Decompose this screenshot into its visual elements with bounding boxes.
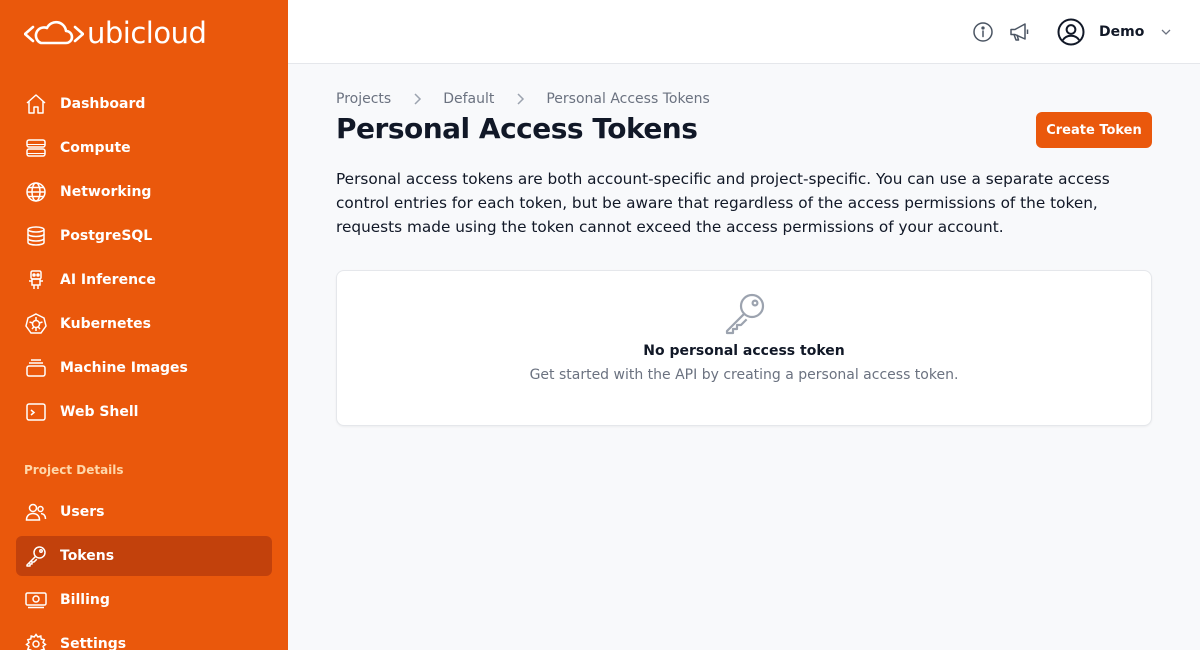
chevron-right-icon (510, 89, 530, 109)
sidebar-item-machine-images[interactable]: Machine Images (16, 348, 272, 388)
sidebar: ubicloud Dashboard Compute Networking Po… (0, 0, 288, 650)
sidebar-item-label: PostgreSQL (60, 228, 153, 244)
sidebar-item-web-shell[interactable]: Web Shell (16, 392, 272, 432)
stack-icon (26, 359, 46, 377)
sidebar-item-dashboard[interactable]: Dashboard (16, 84, 272, 124)
key-icon (26, 546, 46, 567)
home-icon (26, 94, 46, 114)
chevron-right-icon (407, 89, 427, 109)
globe-icon (26, 182, 46, 202)
sidebar-item-label: Billing (60, 592, 110, 608)
key-icon (721, 289, 769, 337)
banknote-icon (25, 592, 47, 609)
breadcrumb: Projects Default Personal Access Tokens (336, 89, 710, 109)
breadcrumb-projects[interactable]: Projects (336, 91, 391, 107)
server-icon (26, 139, 46, 157)
kubernetes-icon (25, 313, 47, 334)
brand-logo[interactable]: ubicloud (24, 16, 207, 50)
user-circle-icon (1057, 18, 1085, 46)
top-bar: Demo (288, 0, 1200, 64)
announcements-button[interactable] (1007, 20, 1031, 44)
sidebar-item-label: Dashboard (60, 96, 146, 112)
user-menu[interactable]: Demo (1056, 16, 1174, 48)
sidebar-item-label: Machine Images (60, 360, 188, 376)
sidebar-item-tokens[interactable]: Tokens (16, 536, 272, 576)
users-icon (25, 503, 47, 521)
empty-state-card: No personal access token Get started wit… (336, 270, 1152, 426)
sidebar-section-label: Project Details (24, 463, 124, 477)
sidebar-item-label: Networking (60, 184, 152, 200)
sidebar-item-label: Web Shell (60, 404, 139, 420)
sidebar-item-label: Tokens (60, 548, 115, 564)
sidebar-item-postgresql[interactable]: PostgreSQL (16, 216, 272, 256)
info-icon (973, 22, 993, 42)
create-token-button[interactable]: Create Token (1036, 112, 1152, 148)
gear-icon (25, 633, 47, 650)
sidebar-item-label: AI Inference (60, 272, 156, 288)
page-description: Personal access tokens are both account-… (336, 170, 1110, 236)
empty-state-subtitle: Get started with the API by creating a p… (529, 367, 959, 383)
terminal-icon (26, 403, 46, 421)
chevron-down-icon (1144, 24, 1174, 40)
info-button[interactable] (971, 20, 995, 44)
sidebar-item-billing[interactable]: Billing (16, 580, 272, 620)
page-title: Personal Access Tokens (336, 112, 698, 145)
sidebar-item-label: Compute (60, 140, 131, 156)
sidebar-item-networking[interactable]: Networking (16, 172, 272, 212)
breadcrumb-current[interactable]: Personal Access Tokens (546, 91, 709, 107)
database-icon (27, 226, 45, 246)
megaphone-icon (1010, 23, 1029, 41)
sidebar-item-settings[interactable]: Settings (16, 624, 272, 650)
sidebar-item-label: Settings (60, 636, 127, 650)
brand-name: ubicloud (87, 16, 207, 50)
sidebar-item-label: Kubernetes (60, 316, 151, 332)
cloud-logo-icon (24, 20, 84, 45)
avatar (1056, 17, 1086, 47)
sidebar-item-compute[interactable]: Compute (16, 128, 272, 168)
sidebar-item-kubernetes[interactable]: Kubernetes (16, 304, 272, 344)
sidebar-item-users[interactable]: Users (16, 492, 272, 532)
user-name: Demo (1099, 24, 1145, 40)
sidebar-item-ai-inference[interactable]: AI Inference (16, 260, 272, 300)
sidebar-item-label: Users (60, 504, 105, 520)
empty-state-title: No personal access token (643, 343, 845, 359)
robot-icon (29, 270, 43, 289)
breadcrumb-default[interactable]: Default (443, 91, 494, 107)
